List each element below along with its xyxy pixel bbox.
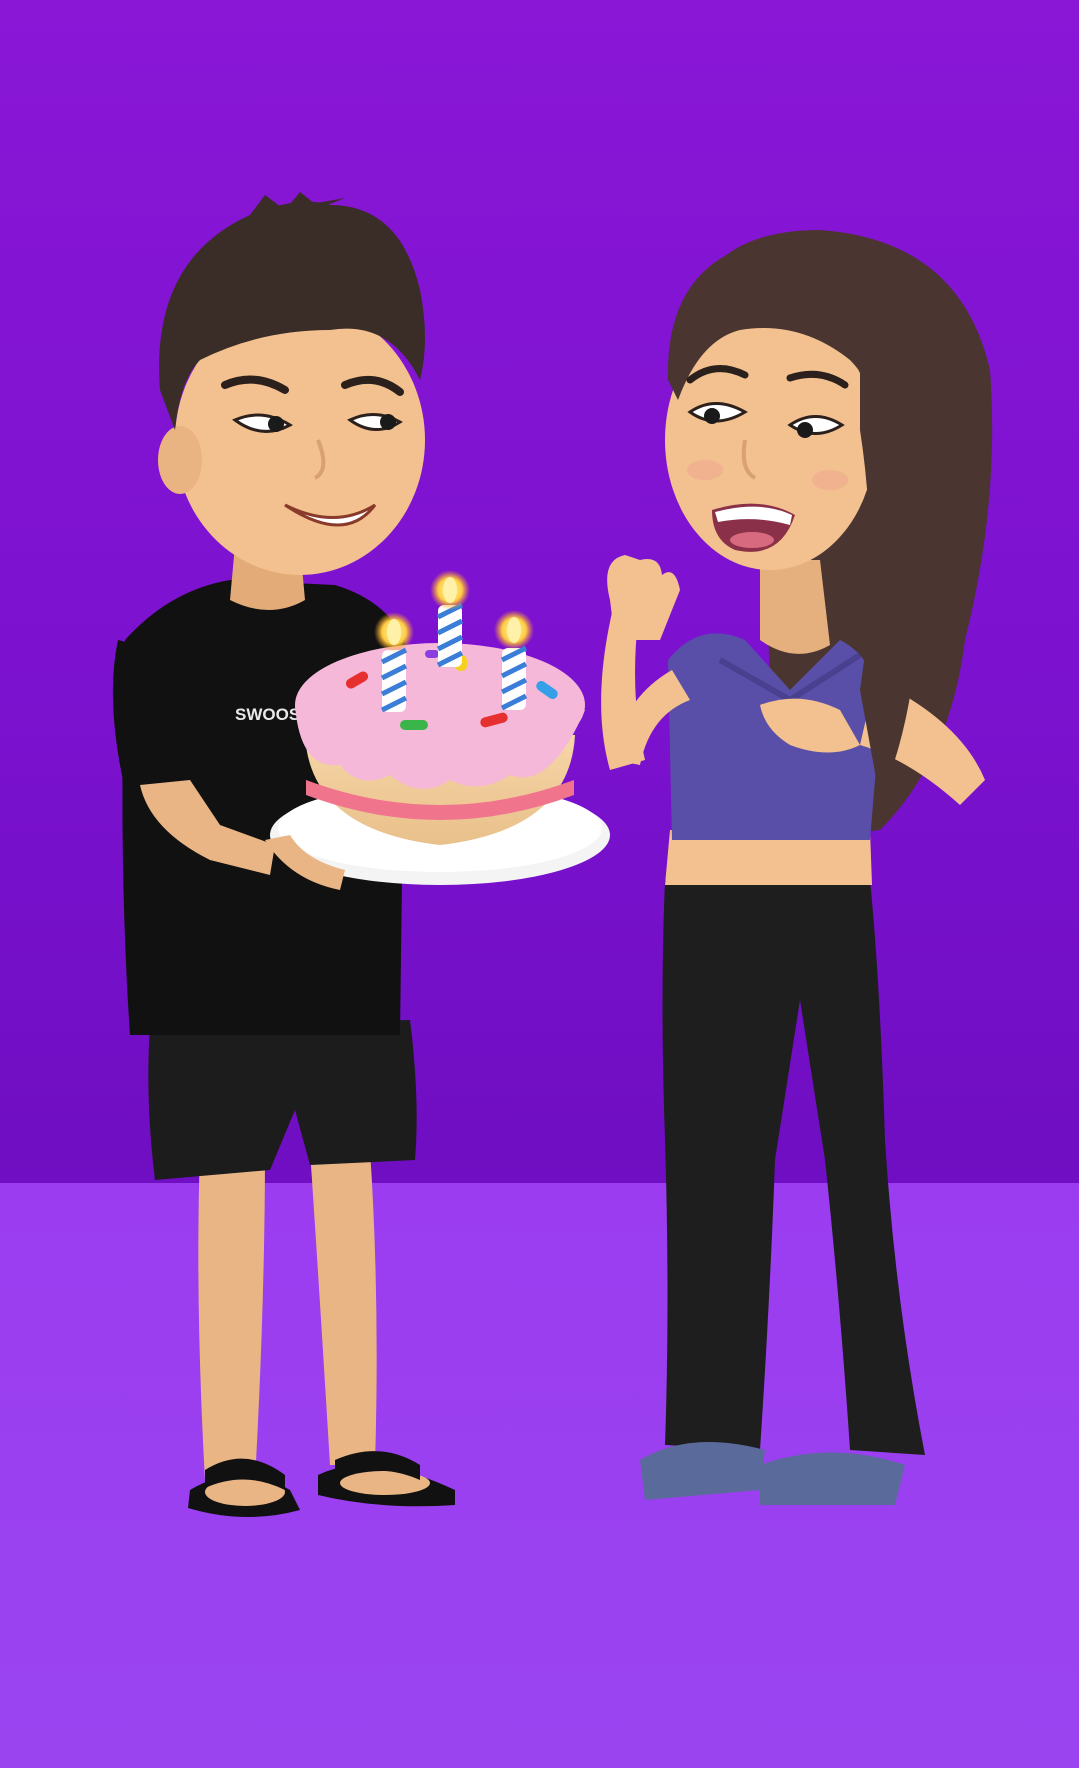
- avatar-scene: SWOOSH: [0, 0, 1079, 1768]
- girl-pants: [662, 880, 925, 1455]
- girl-right-shoe: [760, 1452, 905, 1505]
- girl-raised-hand: [607, 555, 680, 640]
- boy-right-leg: [310, 1150, 377, 1465]
- girl-left-shoe: [640, 1442, 765, 1500]
- characters-illustration: SWOOSH: [112, 192, 993, 1518]
- girl-avatar: [601, 230, 993, 1505]
- boy-left-leg: [198, 1150, 265, 1480]
- boy-shorts: [148, 1020, 417, 1180]
